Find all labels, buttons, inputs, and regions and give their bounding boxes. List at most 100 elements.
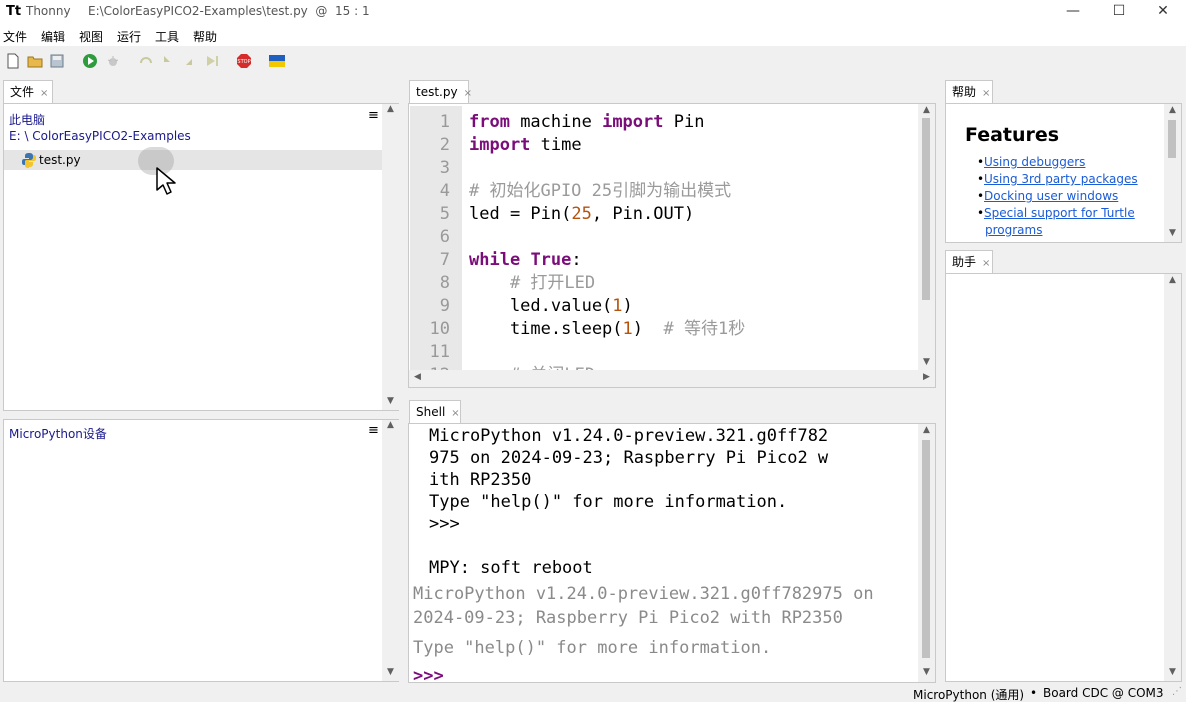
scroll-up-icon[interactable]: ▲ <box>918 425 935 435</box>
scroll-left-icon[interactable]: ◀ <box>409 372 426 382</box>
file-row-selected[interactable]: test.py <box>4 147 382 195</box>
code-line[interactable]: # 打开LED <box>469 272 595 295</box>
code-comment: # 等待1秒 <box>663 319 746 339</box>
menu-edit[interactable]: 编辑 <box>41 28 65 45</box>
scroll-thumb[interactable] <box>922 118 930 300</box>
run-icon[interactable] <box>82 53 98 69</box>
resume-icon[interactable] <box>204 53 220 69</box>
code-line[interactable]: led.value(1) <box>469 295 633 318</box>
help-link-debuggers[interactable]: Using debuggers <box>984 155 1085 169</box>
tab-files[interactable]: 文件 × <box>3 80 53 104</box>
current-path[interactable]: E: \ ColorEasyPICO2-Examples <box>9 129 191 143</box>
code-line[interactable]: from machine import Pin <box>469 111 704 134</box>
tab-shell[interactable]: Shell × <box>409 400 461 424</box>
editor-hscrollbar[interactable]: ◀ ▶ <box>409 370 935 387</box>
shell-line: Type "help()" for more information. <box>429 492 788 512</box>
shell-output[interactable]: MicroPython v1.24.0-preview.321.g0ff782 … <box>410 424 919 682</box>
line-number: 9 <box>439 296 450 316</box>
scroll-up-icon[interactable]: ▲ <box>382 420 399 430</box>
title-bar: Tt Thonny E:\ColorEasyPICO2-Examples\tes… <box>0 0 1186 24</box>
new-file-icon[interactable] <box>5 53 21 69</box>
scroll-thumb[interactable] <box>1168 120 1176 158</box>
tab-test-py[interactable]: test.py × <box>409 80 472 104</box>
scroll-right-icon[interactable]: ▶ <box>918 372 935 382</box>
shell-prompt[interactable]: >>> <box>413 665 444 682</box>
help-link-docking[interactable]: Docking user windows <box>984 189 1118 203</box>
open-folder-icon[interactable] <box>27 53 43 69</box>
code-editor[interactable]: from machine import Pin import time # 初始化G… <box>462 106 918 370</box>
tab-editor-label: test.py <box>416 85 458 99</box>
menu-file[interactable]: 文件 <box>3 28 27 45</box>
help-link-turtle[interactable]: Special support for Turtle <box>984 206 1135 220</box>
tab-assistant[interactable]: 助手 × <box>945 250 993 274</box>
menu-help[interactable]: 帮助 <box>193 28 217 45</box>
scroll-down-icon[interactable]: ▼ <box>918 667 935 677</box>
code-keyword: import <box>602 112 664 132</box>
device-menu-icon[interactable]: ≡ <box>368 423 379 438</box>
device-panel: MicroPython设备 ≡ ▲ ▼ <box>3 419 399 682</box>
editor-vscrollbar[interactable]: ▲ ▼ <box>918 104 935 371</box>
port-label[interactable]: Board CDC @ COM3 <box>1043 686 1164 700</box>
help-link-packages[interactable]: Using 3rd party packages <box>984 172 1138 186</box>
code-comment: # 初始化GPIO 25引脚为输出模式 <box>469 181 732 201</box>
help-link-turtle-cont[interactable]: programs <box>985 223 1042 237</box>
code-line[interactable]: import time <box>469 134 582 157</box>
code-line[interactable]: time.sleep(1) # 等待1秒 <box>469 318 745 341</box>
menu-tools[interactable]: 工具 <box>155 28 179 45</box>
files-menu-icon[interactable]: ≡ <box>368 108 379 123</box>
line-number-gutter: 1 2 3 4 5 6 7 8 9 10 11 12 <box>410 106 462 370</box>
maximize-button[interactable]: ☐ <box>1096 0 1142 24</box>
menu-run[interactable]: 运行 <box>117 28 141 45</box>
thonny-logo-icon: Tt <box>6 4 22 19</box>
code-line[interactable]: while True: <box>469 249 582 272</box>
shell-gray-line: MicroPython v1.24.0-preview.321.g0ff7829… <box>413 584 874 604</box>
code-keyword: import <box>469 135 531 155</box>
device-scrollbar[interactable]: ▲ ▼ <box>382 420 399 681</box>
python-file-icon <box>22 153 36 168</box>
close-tab-icon[interactable]: × <box>464 88 472 99</box>
shell-line: MicroPython v1.24.0-preview.321.g0ff782 <box>429 426 829 446</box>
files-scrollbar[interactable]: ▲ ▼ <box>382 104 399 410</box>
interpreter-label[interactable]: MicroPython (通用) <box>913 686 1024 702</box>
scroll-thumb[interactable] <box>922 440 930 658</box>
scroll-up-icon[interactable]: ▲ <box>382 104 399 114</box>
code-text: led.value( <box>469 296 613 316</box>
close-tab-icon[interactable]: × <box>451 408 459 419</box>
step-into-icon[interactable] <box>160 53 176 69</box>
assistant-scrollbar[interactable]: ▲ ▼ <box>1164 274 1181 681</box>
code-number: 1 <box>612 296 623 316</box>
scroll-down-icon[interactable]: ▼ <box>1164 228 1181 238</box>
scroll-up-icon[interactable]: ▲ <box>1164 105 1181 115</box>
stop-icon[interactable]: STOP <box>236 53 252 69</box>
scroll-down-icon[interactable]: ▼ <box>1164 667 1181 677</box>
step-out-icon[interactable] <box>182 53 198 69</box>
save-icon[interactable] <box>49 53 65 69</box>
step-over-icon[interactable] <box>138 53 154 69</box>
scroll-down-icon[interactable]: ▼ <box>382 667 399 677</box>
window-title-path: E:\ColorEasyPICO2-Examples\test.py @ 15 … <box>88 4 370 18</box>
close-tab-icon[interactable]: × <box>40 88 48 99</box>
line-number: 3 <box>439 158 450 178</box>
help-scrollbar[interactable]: ▲ ▼ <box>1164 104 1181 242</box>
line-number: 2 <box>439 135 450 155</box>
scroll-down-icon[interactable]: ▼ <box>382 396 399 406</box>
close-tab-icon[interactable]: × <box>982 258 990 269</box>
close-tab-icon[interactable]: × <box>982 88 990 99</box>
resize-grip-icon[interactable]: ⋰ <box>1172 686 1182 697</box>
menu-view[interactable]: 视图 <box>79 28 103 45</box>
code-line[interactable]: led = Pin(25, Pin.OUT) <box>469 203 694 226</box>
tab-help[interactable]: 帮助 × <box>945 80 993 104</box>
this-computer-label[interactable]: 此电脑 <box>9 111 45 128</box>
code-line[interactable]: # 初始化GPIO 25引脚为输出模式 <box>469 180 731 203</box>
close-button[interactable]: ✕ <box>1140 0 1186 24</box>
shell-scrollbar[interactable]: ▲ ▼ <box>918 424 935 682</box>
scroll-down-icon[interactable]: ▼ <box>918 357 935 367</box>
scroll-up-icon[interactable]: ▲ <box>918 105 935 115</box>
device-header[interactable]: MicroPython设备 <box>9 425 107 442</box>
debug-icon[interactable] <box>105 53 121 69</box>
minimize-button[interactable]: — <box>1050 0 1096 24</box>
scroll-up-icon[interactable]: ▲ <box>1164 275 1181 285</box>
shell-line: >>> <box>429 514 460 534</box>
ukraine-flag-icon[interactable] <box>269 53 285 69</box>
